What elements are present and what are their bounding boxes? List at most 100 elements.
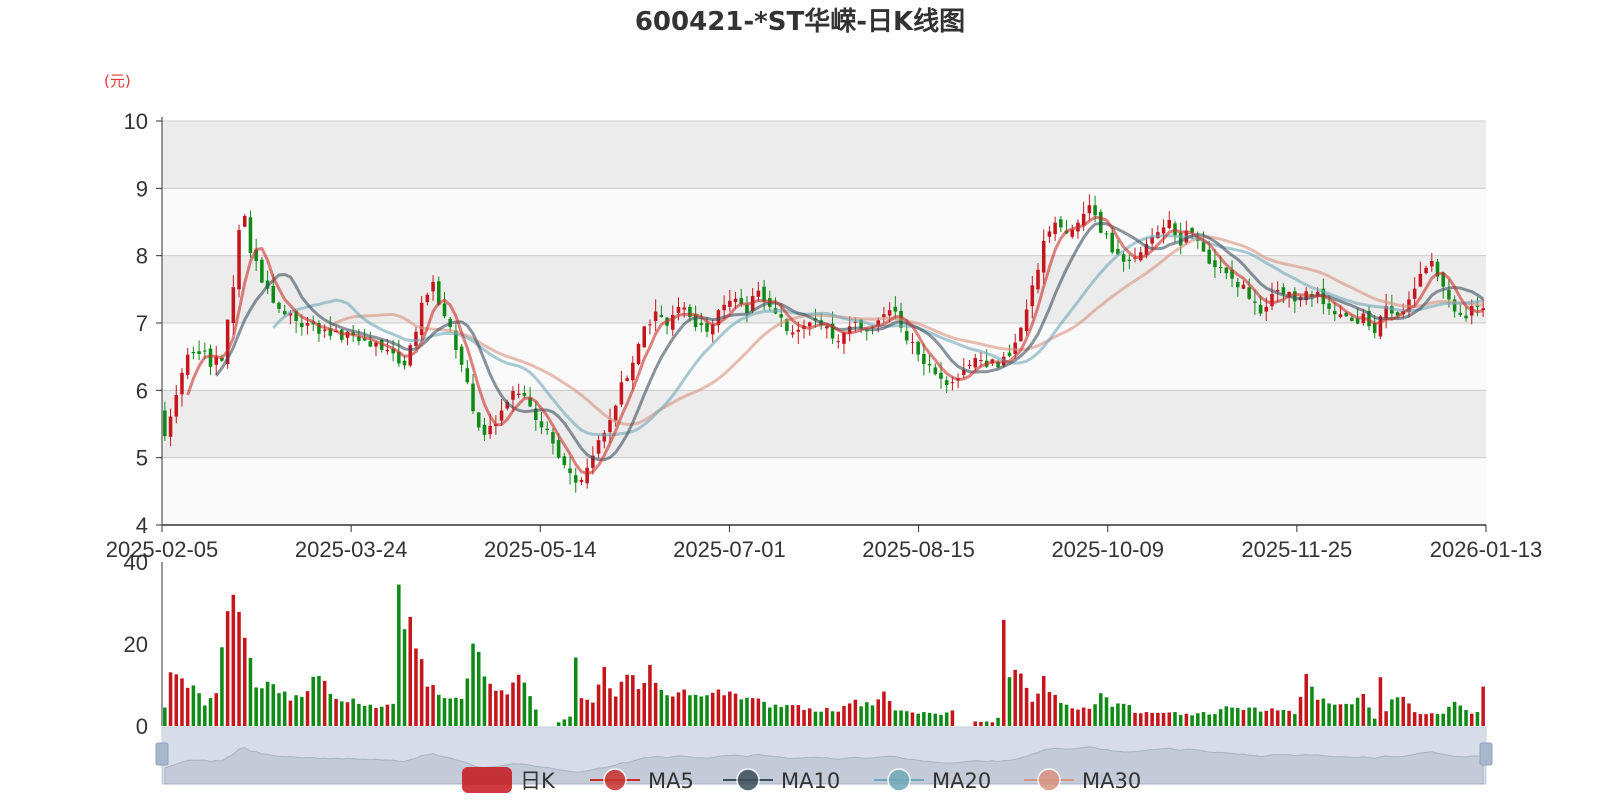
candle-body: [1458, 312, 1463, 315]
volume-bar: [910, 712, 915, 726]
x-tick-label: 2025-05-14: [484, 537, 597, 562]
volume-bar: [1275, 710, 1280, 726]
candle-body: [516, 393, 521, 396]
candle-body: [619, 382, 624, 405]
candle-body: [705, 323, 709, 332]
candle-body: [659, 314, 664, 317]
volume-bar: [528, 696, 532, 726]
volume-bar: [1390, 699, 1394, 726]
candle-body: [488, 426, 492, 435]
volume-bar: [1099, 693, 1103, 726]
legend-swatch-kline: [462, 767, 512, 793]
volume-bar: [847, 703, 852, 726]
candle-body: [1338, 314, 1343, 317]
volume-bar: [1059, 703, 1063, 726]
volume-bar: [1184, 713, 1189, 726]
volume-bar: [1281, 710, 1286, 726]
candle-body: [174, 395, 179, 417]
volume-bar: [1247, 707, 1251, 726]
volume-bar: [385, 704, 390, 726]
candle-body: [431, 281, 435, 292]
candle-body: [471, 383, 475, 412]
candle-body: [1121, 254, 1126, 262]
candle-body: [1053, 222, 1057, 235]
candle-body: [1418, 273, 1423, 287]
candle-body: [682, 307, 686, 310]
volume-bar: [1338, 704, 1343, 726]
volume-bar: [996, 717, 1000, 726]
volume-bar: [174, 674, 179, 726]
volume-bar: [1310, 686, 1314, 726]
volume-bar: [1036, 693, 1040, 726]
candle-body: [733, 298, 738, 303]
volume-bar: [294, 695, 298, 726]
grid-band: [162, 457, 1486, 525]
volume-bar: [288, 700, 293, 726]
volume-bar: [254, 687, 258, 726]
candle-body: [568, 468, 572, 474]
volume-bar: [591, 702, 595, 726]
volume-bar: [362, 705, 367, 726]
volume-tick-label: 40: [124, 550, 148, 575]
volume-bar: [785, 705, 789, 726]
volume-bar: [1327, 703, 1331, 726]
candle-body: [636, 343, 641, 365]
volume-bar: [745, 697, 749, 726]
volume-bar: [710, 692, 715, 726]
candle-body: [1253, 301, 1257, 303]
volume-bar: [1001, 619, 1006, 726]
volume-bar: [1315, 699, 1320, 726]
candle-body: [163, 410, 167, 437]
volume-bar: [180, 678, 184, 726]
volume-bar: [1190, 715, 1194, 726]
volume-bar: [414, 648, 418, 726]
candle-body: [1424, 267, 1428, 274]
volume-bar: [984, 721, 989, 726]
volume-bar: [277, 693, 281, 726]
grid-band: [162, 121, 1486, 189]
volume-bar: [437, 694, 441, 726]
volume-bar: [562, 719, 567, 726]
candle-body: [1127, 259, 1132, 262]
volume-bar: [676, 692, 681, 726]
volume-bar: [1361, 694, 1366, 726]
candle-body: [1041, 240, 1046, 273]
volume-bar: [402, 629, 407, 726]
candle-body: [282, 310, 287, 315]
candle-body: [648, 324, 652, 326]
candle-body: [916, 341, 920, 355]
candle-body: [893, 306, 898, 312]
volume-bar: [488, 683, 492, 726]
volume-bar: [922, 712, 926, 726]
candle-body: [1161, 227, 1166, 234]
candle-body: [459, 346, 464, 365]
candle-body: [556, 440, 561, 458]
volume-bar: [1110, 706, 1114, 726]
candle-body: [825, 326, 829, 329]
candle-body: [1247, 287, 1251, 299]
volume-bar: [642, 682, 647, 726]
volume-bar: [944, 712, 949, 726]
volume-bar: [665, 695, 669, 726]
candle-body: [1224, 267, 1229, 274]
candle-body: [545, 428, 549, 431]
volume-bar: [1178, 714, 1183, 726]
volume-bar: [916, 713, 920, 726]
price-unit-label: (元): [104, 72, 131, 90]
legend-label: MA10: [781, 769, 840, 793]
candle-body: [1350, 317, 1354, 321]
price-tick-label: 9: [136, 176, 148, 201]
volume-bar: [357, 703, 361, 726]
candle-body: [608, 419, 612, 433]
candle-body: [260, 259, 264, 283]
candle-body: [625, 378, 629, 381]
candle-body: [1201, 242, 1206, 252]
volume-bar: [220, 647, 224, 726]
candle-body: [979, 360, 983, 362]
volume-bar: [1081, 707, 1086, 726]
volume-bar: [1344, 703, 1348, 726]
candle-body: [1430, 261, 1434, 267]
volume-bar: [482, 676, 487, 726]
candle-body: [425, 294, 430, 303]
candle-body: [1036, 269, 1040, 290]
